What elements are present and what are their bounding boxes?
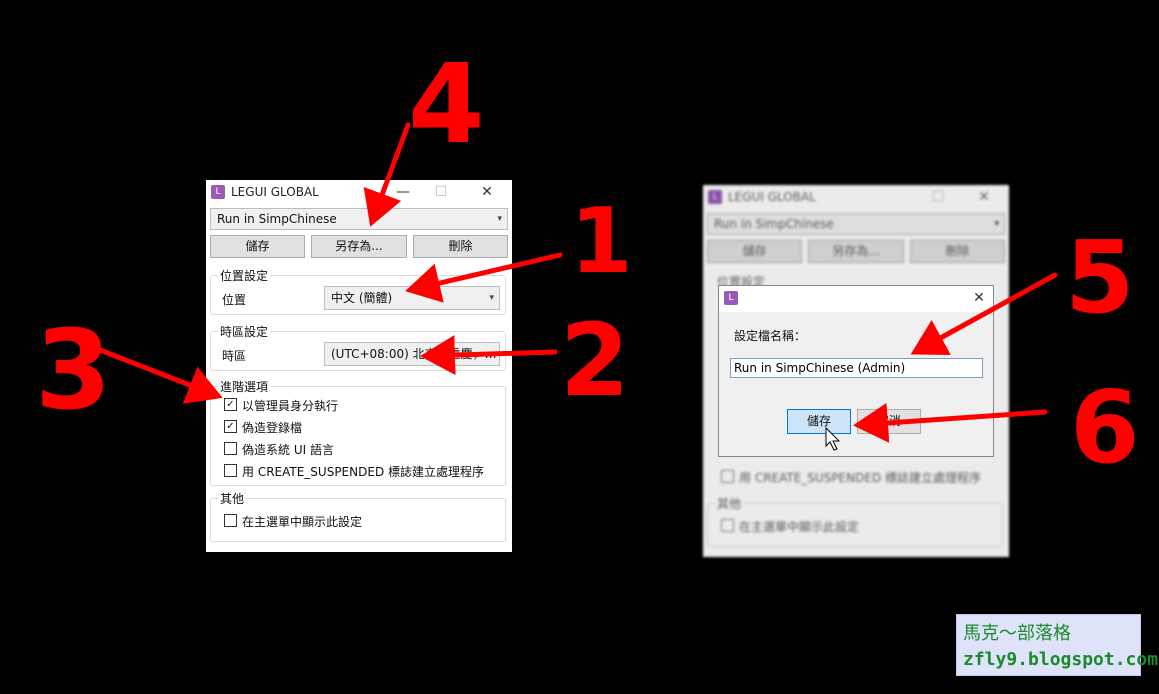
arrow-6 — [853, 402, 1048, 443]
watermark-title: 馬克～部落格 — [963, 623, 1071, 644]
arrow-4 — [363, 122, 411, 227]
blog-watermark: 馬克～部落格 zfly9.blogspot.com — [956, 614, 1158, 676]
arrow-5 — [910, 272, 1058, 356]
step-3-label: 3 — [35, 306, 112, 434]
arrow-2 — [420, 335, 558, 376]
arrow-1 — [405, 252, 563, 303]
step-2-label: 2 — [560, 302, 630, 419]
watermark-url: zfly9.blogspot.com — [963, 649, 1159, 670]
step-1-label: 1 — [570, 189, 633, 294]
annotation-layer: 4 1 2 3 5 6 — [35, 40, 1140, 486]
step-5-label: 5 — [1065, 219, 1135, 336]
step-6-label: 6 — [1070, 369, 1140, 486]
mouse-cursor-icon — [825, 426, 841, 451]
arrow-3 — [97, 347, 223, 404]
step-4-label: 4 — [408, 40, 485, 168]
